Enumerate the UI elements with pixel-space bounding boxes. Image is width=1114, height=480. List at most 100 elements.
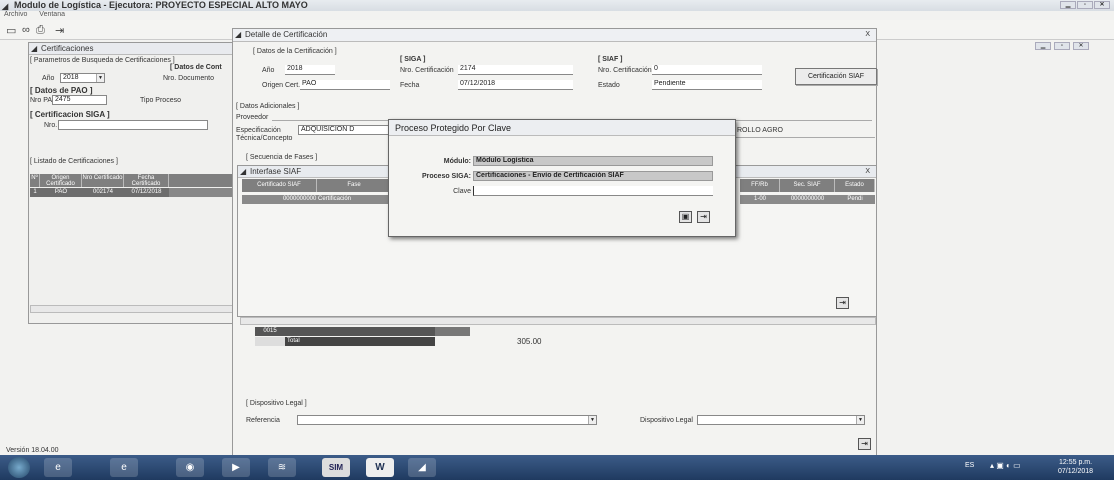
nro-input[interactable] — [58, 120, 208, 130]
mdi-minimize-button[interactable]: ▁ — [1035, 42, 1051, 50]
clave-label: Clave — [453, 188, 471, 195]
dispositivo-legal-select[interactable]: ▼ — [697, 415, 865, 425]
interfase-header-certificado[interactable]: Certificado SIAF — [242, 179, 317, 192]
clave-input[interactable] — [473, 186, 713, 196]
referencia-select[interactable]: ▼ — [297, 415, 597, 425]
app-icon[interactable]: ≋ — [268, 458, 296, 477]
siga-section: [ SIGA ] — [400, 56, 426, 63]
window-title: Modulo de Logística - Ejecutora: PROYECT… — [14, 0, 308, 10]
especificacion-label: Especificación Técnica/Concepto — [236, 127, 293, 142]
interfase-header-fase[interactable]: Fase — [317, 179, 392, 192]
table-row-cell[interactable] — [169, 188, 233, 197]
table-row-cell[interactable]: 07/12/2018 — [124, 188, 169, 197]
table-row-cell[interactable]: 0000000000 Certificación — [242, 195, 392, 204]
siga-icon[interactable]: ◢ — [408, 458, 436, 477]
fecha-label: Fecha — [400, 82, 420, 89]
grid-header-fecha[interactable]: Fecha Certificado — [124, 174, 169, 187]
mdi-restore-button[interactable]: ▫ — [1054, 42, 1070, 50]
estado-field: Pendiente — [652, 80, 762, 90]
close-icon[interactable]: X — [865, 166, 870, 178]
fases-row-fill[interactable] — [285, 327, 435, 336]
ie-icon[interactable]: e — [44, 458, 72, 477]
especificacion-tail: ROLLO AGRO — [737, 127, 783, 134]
detalle-title: Detalle de Certificación — [245, 30, 328, 39]
print-icon[interactable]: ⎙ — [36, 24, 45, 37]
exit-icon[interactable]: ⇥ — [697, 211, 710, 223]
chrome-icon[interactable]: ◉ — [176, 458, 204, 477]
table-row-cell[interactable]: Pendi — [835, 195, 875, 204]
certificaciones-title: Certificaciones — [41, 44, 94, 53]
window-icon: ◢ — [240, 167, 247, 176]
interfase-horizontal-scrollbar[interactable] — [240, 317, 876, 325]
new-icon[interactable]: ▭ — [6, 24, 16, 37]
certificacion-siga-label: [ Certificacion SIGA ] — [30, 110, 110, 119]
nro-pao-input[interactable]: 2475 — [52, 95, 107, 105]
maximize-button[interactable]: ▫ — [1077, 1, 1093, 9]
close-icon[interactable]: X — [865, 29, 870, 41]
mdi-close-button[interactable]: ✕ — [1073, 42, 1089, 50]
exit-icon[interactable]: ⇥ — [55, 24, 64, 37]
tray-icons[interactable]: ▴ ▣ ◐ ▭ — [990, 461, 1021, 470]
datos-certificacion-section: [ Datos de la Certificación ] — [253, 48, 337, 55]
sim-icon[interactable]: SIM — [322, 458, 350, 477]
clave-dialog-title: Proceso Protegido Por Clave — [389, 120, 735, 136]
language-indicator[interactable]: ES — [965, 462, 974, 469]
nro-certificacion-label: Nro. Certificación — [400, 67, 454, 74]
siaf-section: [ SIAF ] — [598, 56, 623, 63]
proceso-field: Certificaciones - Envío de Certificación… — [473, 171, 713, 181]
interfase-header-ffrb[interactable]: FF/Rb — [740, 179, 780, 192]
table-row-cell[interactable]: PAO — [40, 188, 82, 197]
version-label: Versión 18.04.00 — [6, 447, 59, 454]
table-row-cell[interactable]: 0000000000 — [780, 195, 835, 204]
save-icon[interactable]: ▣ — [679, 211, 692, 223]
fases-row-amount-cell[interactable] — [435, 327, 470, 336]
dispositivo-legal-label: Dispositivo Legal — [640, 417, 693, 424]
grid-header-no[interactable]: Nº — [30, 174, 40, 187]
certificacion-siaf-button[interactable]: Certificación SIAF — [795, 68, 877, 85]
table-row-cell[interactable]: 002174 — [82, 188, 124, 197]
window-title-bar: ◢ Modulo de Logística - Ejecutora: PROYE… — [0, 0, 1114, 11]
especificacion-field: ADQUISICION D — [298, 125, 393, 135]
window-icon: ◢ — [235, 30, 242, 39]
certificaciones-title-bar: ◢ Certificaciones — [29, 43, 237, 55]
binoculars-icon[interactable]: ∞ — [22, 24, 30, 36]
fases-row-code[interactable]: 0015 — [255, 327, 285, 336]
taskbar: e e ◉ ▶ ≋ SIM W ◢ ES ▴ ▣ ◐ ▭ 12:55 p.m. … — [0, 455, 1114, 480]
detalle-exit-icon[interactable]: ⇥ — [858, 438, 871, 450]
chevron-down-icon: ▼ — [588, 416, 596, 424]
close-button[interactable]: ✕ — [1094, 1, 1110, 9]
interfase-exit-icon[interactable]: ⇥ — [836, 297, 849, 309]
anio-select[interactable]: 2018 ▼ — [60, 73, 105, 83]
tipo-proceso-label: Tipo Proceso — [140, 97, 181, 104]
word-icon[interactable]: W — [366, 458, 394, 477]
fases-total-spacer — [255, 337, 285, 346]
fases-total-value: 305.00 — [517, 337, 542, 346]
interfase-header-estado[interactable]: Estado — [835, 179, 875, 192]
secuencia-fases-section: [ Secuencia de Fases ] — [246, 154, 318, 161]
browser-icon[interactable]: e — [110, 458, 138, 477]
grid-header-extra — [169, 174, 233, 187]
datos-cont-label: [ Datos de Cont — [170, 64, 222, 71]
grid-header-nro[interactable]: Nro Certificado — [82, 174, 124, 187]
media-icon[interactable]: ▶ — [222, 458, 250, 477]
siaf-nro-label: Nro. Certificación — [598, 67, 652, 74]
clock[interactable]: 12:55 p.m. 07/12/2018 — [1058, 458, 1093, 476]
nro-documento-label: Nro. Documento — [163, 75, 214, 82]
modulo-label: Módulo: — [443, 158, 471, 165]
interfase-header-sec-siaf[interactable]: Sec. SIAF — [780, 179, 835, 192]
table-row-cell[interactable]: 1-00 — [740, 195, 780, 204]
clock-date: 07/12/2018 — [1058, 468, 1094, 475]
mdi-controls: ▁ ▫ ✕ — [1035, 42, 1110, 54]
modulo-field: Módulo Logística — [473, 156, 713, 166]
menu-ventana[interactable]: Ventana — [39, 11, 65, 18]
grid-header-origen[interactable]: Origen Certificado — [40, 174, 82, 187]
params-section-label: [ Parametros de Busqueda de Certificacio… — [30, 57, 175, 64]
horizontal-scrollbar[interactable] — [30, 305, 235, 313]
origen-cert-field: PAO — [300, 80, 390, 90]
table-row-cell[interactable]: 1 — [30, 188, 40, 197]
start-button[interactable] — [8, 457, 30, 478]
datos-adicionales-section: [ Datos Adicionales ] — [236, 103, 300, 110]
nro-certificacion-field: 2174 — [458, 65, 573, 75]
minimize-button[interactable]: ▁ — [1060, 1, 1076, 9]
menu-archivo[interactable]: Archivo — [4, 11, 27, 18]
